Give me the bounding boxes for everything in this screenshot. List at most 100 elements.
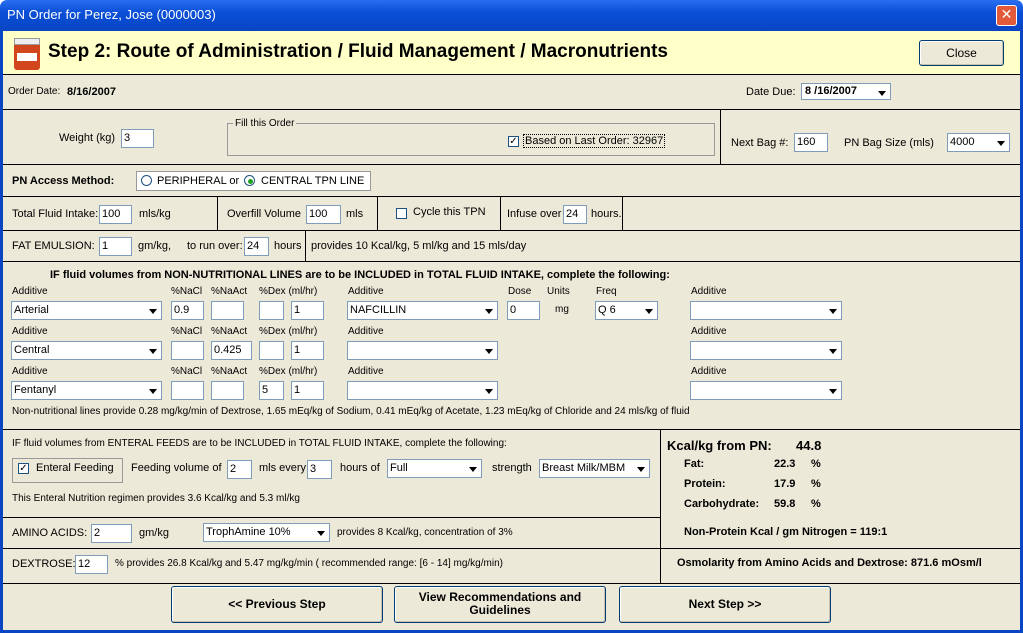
fat-pct-sign: % (811, 458, 821, 470)
feeding-every-input[interactable]: 3 (307, 460, 332, 479)
fat-emulsion-unit: gm/kg, (138, 240, 172, 252)
col-nacl: %NaCl (171, 326, 203, 337)
cycle-tpn-checkbox[interactable] (396, 208, 407, 219)
divider (3, 109, 1020, 110)
enteral-summary: This Enteral Nutrition regimen provides … (12, 493, 300, 504)
dextrose-input[interactable]: 12 (75, 555, 108, 574)
carb-pct-value: 59.8 (774, 498, 796, 510)
close-button[interactable]: Close (919, 40, 1004, 66)
feeding-strength-select[interactable]: Full (387, 459, 482, 478)
line-1-freq-select[interactable]: Q 6 (595, 301, 658, 320)
window-close-button[interactable]: ✕ (996, 5, 1017, 26)
date-due-value: 8 /16/2007 (805, 85, 857, 97)
line-2-additive-select[interactable]: Central (11, 341, 162, 360)
amino-product-select[interactable]: TrophAmine 10% (203, 523, 330, 542)
line-1-mlhr-input[interactable]: 1 (291, 301, 324, 320)
line-3-dex-input[interactable]: 5 (259, 381, 284, 400)
date-due-label: Date Due: (746, 86, 796, 98)
peripheral-label: PERIPHERAL or (157, 175, 240, 187)
osmolarity-text: Osmolarity from Amino Acids and Dextrose… (677, 557, 982, 569)
line-1-additive-2-select[interactable] (690, 301, 842, 320)
next-step-button[interactable]: Next Step >> (619, 586, 831, 623)
line-1-additive-select[interactable]: Arterial (11, 301, 162, 320)
feeding-strength-value: Full (390, 462, 408, 474)
amino-provides-text: provides 8 Kcal/kg, concentration of 3% (337, 527, 513, 538)
protein-pct-label: Protein: (684, 478, 726, 490)
based-last-order-checkbox[interactable]: ✓ (508, 136, 519, 147)
chevron-down-icon (481, 303, 496, 318)
line-1-drug-select[interactable]: NAFCILLIN (347, 301, 498, 320)
line-3-additive-select[interactable]: Fentanyl (11, 381, 162, 400)
line-2-drug-select[interactable] (347, 341, 498, 360)
fat-emulsion-input[interactable]: 1 (99, 237, 132, 256)
enteral-feeding-checkbox[interactable]: ✓ (18, 463, 29, 474)
formula-select[interactable]: Breast Milk/MBM (539, 459, 650, 478)
infuse-over-input[interactable]: 24 (563, 205, 587, 224)
based-last-order-label: Based on Last Order: 32967 (523, 134, 666, 148)
line-2-mlhr-input[interactable]: 1 (291, 341, 324, 360)
chevron-down-icon (465, 461, 480, 476)
divider (217, 196, 218, 230)
col-additive-2: Additive (348, 286, 384, 297)
line-1-nacl-input[interactable]: 0.9 (171, 301, 204, 320)
line-1-dex-input[interactable] (259, 301, 284, 320)
col-naact: %NaAct (211, 326, 248, 337)
bag-size-label: PN Bag Size (mls) (844, 137, 934, 149)
run-over-unit: hours (274, 240, 302, 252)
line-3-nacl-input[interactable] (171, 381, 204, 400)
divider (3, 517, 660, 518)
feeding-volume-input[interactable]: 2 (227, 460, 252, 479)
line-3-additive-value: Fentanyl (14, 384, 57, 396)
previous-step-button[interactable]: << Previous Step (171, 586, 383, 623)
view-recommendations-button[interactable]: View Recommendations and Guidelines (394, 586, 606, 623)
line-1-drug-value: NAFCILLIN (350, 304, 407, 316)
peripheral-radio[interactable] (141, 175, 152, 186)
window-body (0, 31, 1023, 633)
overfill-input[interactable]: 100 (306, 205, 341, 224)
enteral-heading: IF fluid volumes from ENTERAL FEEDS are … (12, 438, 507, 449)
central-line-radio[interactable] (244, 175, 255, 186)
col-dex-mlhr: %Dex (ml/hr) (259, 286, 318, 297)
weight-input[interactable]: 3 (121, 129, 154, 148)
chevron-down-icon (641, 303, 656, 318)
chevron-down-icon (145, 303, 160, 318)
date-due-picker[interactable]: 8 /16/2007 (801, 83, 891, 100)
central-line-label: CENTRAL TPN LINE (261, 175, 365, 187)
chevron-down-icon (481, 383, 496, 398)
next-bag-input[interactable]: 160 (794, 133, 828, 152)
overfill-unit: mls (346, 208, 364, 220)
divider (377, 196, 378, 230)
infuse-over-unit: hours. (591, 208, 622, 220)
line-1-naact-input[interactable] (211, 301, 244, 320)
divider (622, 196, 623, 230)
line-2-dex-input[interactable] (259, 341, 284, 360)
amino-acids-input[interactable]: 2 (91, 524, 132, 543)
line-1-dose-input[interactable]: 0 (507, 301, 540, 320)
col-dex-mlhr: %Dex (ml/hr) (259, 366, 318, 377)
line-3-drug-select[interactable] (347, 381, 498, 400)
run-over-input[interactable]: 24 (244, 237, 269, 256)
chevron-down-icon (874, 85, 889, 98)
divider (720, 109, 721, 164)
formula-value: Breast Milk/MBM (542, 462, 626, 474)
access-method-label: PN Access Method: (12, 175, 115, 187)
bag-size-select[interactable]: 4000 (947, 133, 1010, 152)
feeding-volume-label: Feeding volume of (131, 462, 222, 474)
line-3-additive-2-select[interactable] (690, 381, 842, 400)
col-additive-3: Additive (691, 326, 727, 337)
total-fluid-input[interactable]: 100 (99, 205, 132, 224)
col-additive: Additive (12, 366, 48, 377)
divider (660, 429, 661, 583)
col-additive: Additive (12, 326, 48, 337)
protein-pct-sign: % (811, 478, 821, 490)
line-3-mlhr-input[interactable]: 1 (291, 381, 324, 400)
line-2-nacl-input[interactable] (171, 341, 204, 360)
col-dex-mlhr: %Dex (ml/hr) (259, 326, 318, 337)
line-3-naact-input[interactable] (211, 381, 244, 400)
weight-label: Weight (kg) (59, 132, 116, 144)
infuse-over-label: Infuse over (507, 208, 562, 220)
feeding-hours-label: hours of (340, 462, 380, 474)
line-2-additive-2-select[interactable] (690, 341, 842, 360)
col-units: Units (547, 286, 570, 297)
line-2-naact-input[interactable]: 0.425 (211, 341, 252, 360)
